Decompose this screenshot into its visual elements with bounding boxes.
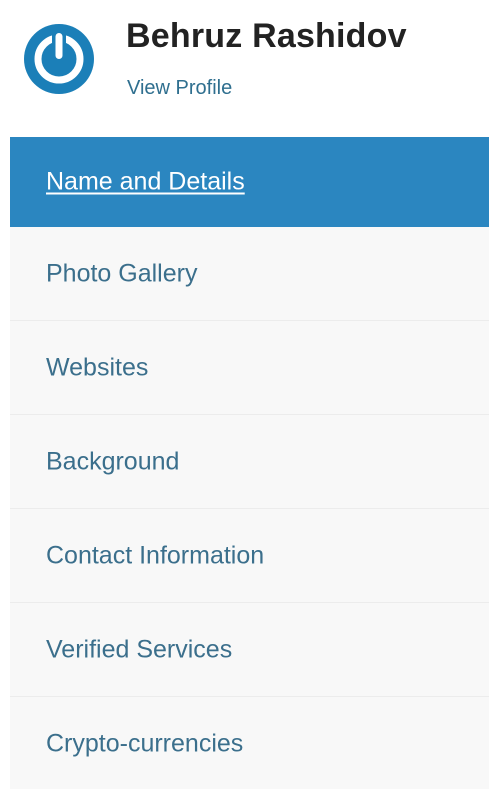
nav-item-label: Background (46, 447, 180, 475)
power-logo-icon[interactable] (24, 24, 94, 94)
nav-item-label: Websites (46, 353, 149, 381)
nav-item-photo-gallery[interactable]: Photo Gallery (10, 227, 489, 321)
nav-item-label: Verified Services (46, 635, 233, 663)
nav-item-crypto-currencies[interactable]: Crypto-currencies (10, 697, 489, 789)
profile-settings-page: Behruz Rashidov View Profile Name and De… (0, 0, 489, 789)
nav-item-label: Name and Details (46, 167, 245, 196)
nav-item-label: Crypto-currencies (46, 729, 244, 757)
nav-item-verified-services[interactable]: Verified Services (10, 603, 489, 697)
profile-settings-nav: Name and Details Photo Gallery Websites … (10, 137, 489, 789)
nav-item-websites[interactable]: Websites (10, 321, 489, 415)
view-profile-link[interactable]: View Profile (127, 77, 232, 100)
profile-header: Behruz Rashidov View Profile (10, 0, 489, 137)
nav-item-label: Contact Information (46, 541, 265, 569)
profile-name: Behruz Rashidov (126, 17, 407, 55)
nav-item-name-and-details[interactable]: Name and Details (10, 137, 489, 227)
nav-item-contact-information[interactable]: Contact Information (10, 509, 489, 603)
nav-item-label: Photo Gallery (46, 259, 198, 287)
nav-item-background[interactable]: Background (10, 415, 489, 509)
